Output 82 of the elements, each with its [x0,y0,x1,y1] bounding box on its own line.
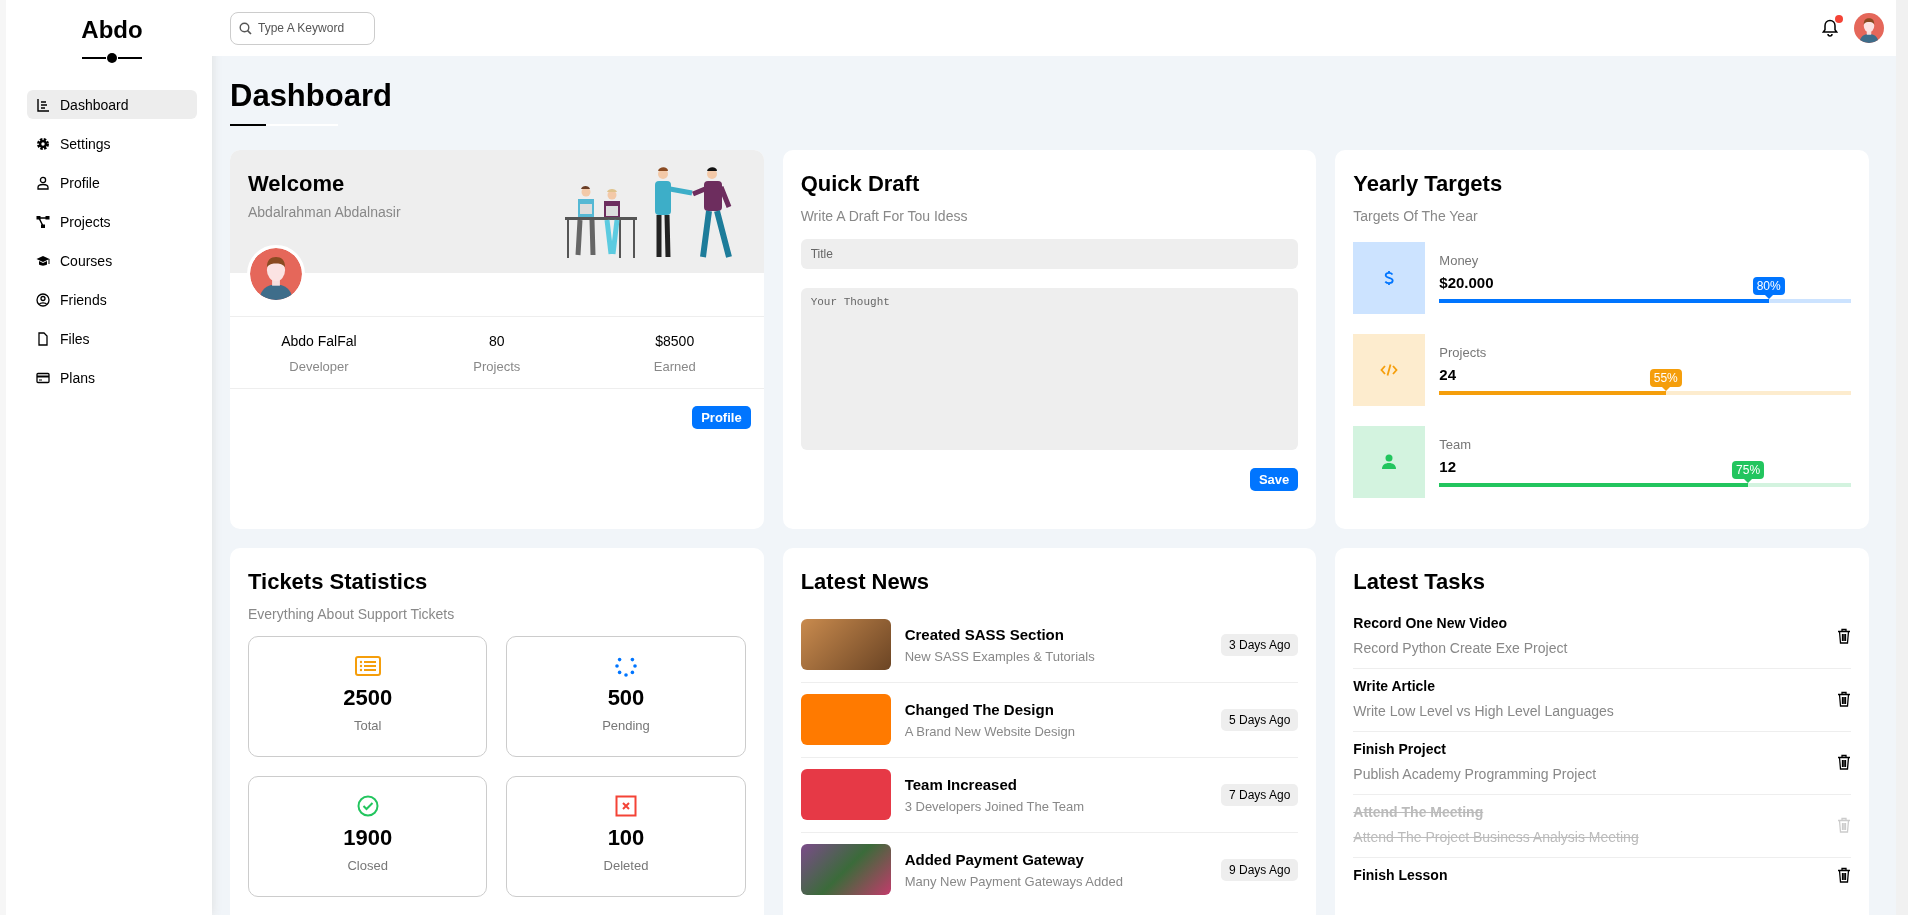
task-title: Finish Project [1353,741,1447,757]
task-text: Attend The Project Business Analysis Meeting [1353,829,1639,845]
news-title: Team Increased [904,775,1018,793]
avatar-icon[interactable] [1854,13,1884,43]
file-icon [36,331,50,346]
card-icon [36,370,50,385]
graduation-cap-icon [36,253,50,268]
thought-field[interactable]: Your Thought [800,288,1299,450]
target-value: 12 [1439,458,1456,475]
person-icon [1380,453,1399,471]
task-title: Finish Lesson [1353,867,1448,883]
nodes-icon [36,214,50,229]
stat-value: $8500 [654,333,696,349]
stat-label: Earned [652,359,697,374]
card-subtitle: Targets Of The Year [1353,208,1479,224]
card-subtitle: Everything About Support Tickets [248,606,456,622]
sidebar-item[interactable]: Dashboard [27,90,197,119]
person-icon [36,175,50,190]
task-title: Record One New Video [1353,615,1509,631]
ticket-count: 2500 [343,685,393,711]
task-title: Write Article [1353,678,1437,694]
target-label: Projects [1439,345,1488,360]
sidebar-item[interactable]: Projects [27,207,197,236]
sidebar-item[interactable]: Files [27,324,197,353]
trash-icon[interactable] [1837,867,1851,883]
time-label: 5 Days Ago [1220,708,1299,731]
task-text: Publish Academy Programming Project [1353,766,1597,782]
time-label: 3 Days Ago [1220,633,1299,656]
stat-value: Abdo FalFal [280,333,358,349]
news-title: Added Payment Gateway [904,850,1085,868]
news-title: Changed The Design [904,700,1055,718]
target-value: 24 [1439,366,1456,383]
profile-button[interactable]: Profile [692,406,751,429]
task-text: Write Low Level vs High Level Languages [1353,703,1614,719]
target-value: $20.000 [1439,274,1494,291]
logo-ornament-icon [82,52,142,64]
card-title: Welcome [248,170,346,198]
chart-icon [36,97,50,112]
ticket-label: Deleted [603,858,649,873]
logo: Abdo [80,16,144,44]
time-label: 7 Days Ago [1220,783,1299,806]
stat-label: Developer [288,359,350,374]
card-title: Latest Tasks [1353,568,1486,596]
ticket-count: 100 [607,825,645,851]
sidebar-item[interactable]: Settings [27,129,197,158]
trash-icon[interactable] [1837,627,1851,644]
ticket-label: Total [353,718,382,733]
sidebar-item[interactable]: Plans [27,363,197,392]
ticket-label: Pending [602,718,650,733]
sidebar-item[interactable]: Profile [27,168,197,197]
card-title: Quick Draft [800,170,921,198]
target-label: Money [1439,253,1480,268]
news-text: Many New Payment Gateways Added [904,873,1124,889]
ticket-count: 1900 [343,825,393,851]
card-title: Tickets Statistics [248,568,429,596]
card-title: Latest News [800,568,931,596]
task-text: Record Python Create Exe Project [1353,640,1568,656]
target-label: Team [1439,437,1473,452]
sidebar-item[interactable]: Courses [27,246,197,275]
stat-value: 80 [488,333,506,349]
card-title: Yearly Targets [1353,170,1504,198]
ticket-label: Closed [347,858,388,873]
stat-label: Projects [472,359,522,374]
ticket-count: 500 [607,685,645,711]
task-title: Attend The Meeting [1353,804,1485,820]
news-text: 3 Developers Joined The Team [904,798,1086,814]
bell-icon[interactable] [1822,19,1838,37]
card-subtitle: Write A Draft For Tou Idess [800,208,969,224]
card-subtitle: Abdalrahman Abdalnasir [248,204,401,220]
page-title: Dashboard [230,78,393,114]
search-field[interactable]: Type A Keyword [230,11,375,45]
title-field[interactable]: Title [800,239,1299,269]
trash-icon[interactable] [1837,753,1851,770]
settings-icon [36,136,50,151]
sidebar-item[interactable]: Friends [27,285,197,314]
news-title: Created SASS Section [904,625,1065,643]
person-circle-icon [36,292,50,307]
news-text: A Brand New Website Design [904,723,1076,739]
trash-icon[interactable] [1837,690,1851,707]
news-text: New SASS Examples & Tutorials [904,648,1096,664]
time-label: 9 Days Ago [1220,858,1299,881]
save-button[interactable]: Save [1249,468,1299,491]
